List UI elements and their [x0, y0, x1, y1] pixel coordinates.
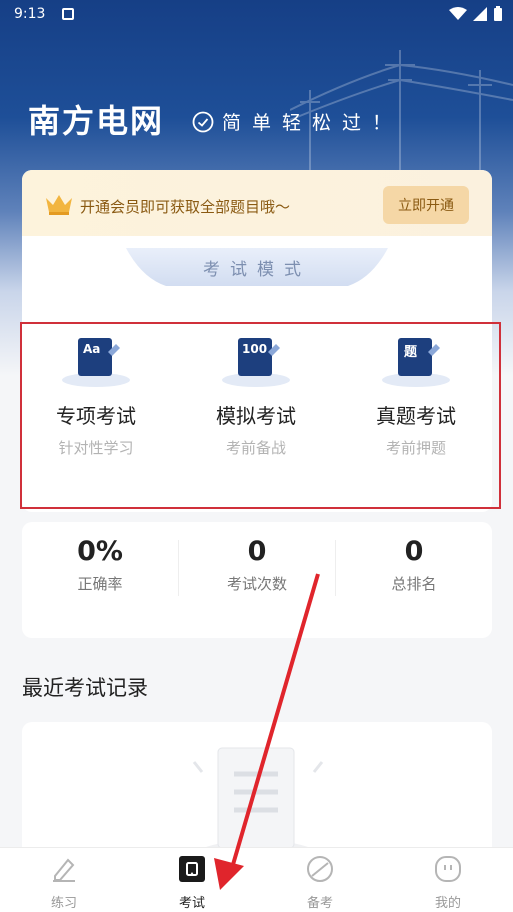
mode-mock-exam[interactable]: 100 模拟考试 考前备战 [176, 330, 336, 458]
recent-exams-title: 最近考试记录 [22, 676, 148, 700]
crown-icon [46, 195, 72, 215]
status-time: 9:13 [14, 6, 46, 22]
mode-sub: 针对性学习 [58, 439, 134, 457]
stat-value: 0 [247, 536, 267, 567]
bottom-tab-bar: 练习 考试 备考 我的 [0, 847, 513, 912]
score-book-icon-label: 100 [242, 342, 268, 356]
exam-icon [179, 856, 205, 882]
tab-label: 备考 [306, 896, 333, 911]
stat-label: 考试次数 [226, 575, 287, 593]
profile-icon [435, 856, 461, 882]
question-book-icon-label: 题 [404, 345, 418, 360]
slogan: 简单轻松过！ [192, 108, 402, 135]
tab-prepare[interactable]: 备考 [256, 854, 384, 911]
mode-sub: 考前押题 [385, 439, 446, 457]
status-icons [449, 6, 503, 22]
tab-practice[interactable]: 练习 [0, 854, 128, 911]
check-circle-icon [192, 111, 214, 132]
exam-mode-title: 考试模式 [203, 259, 311, 280]
question-book-icon: 题 [376, 330, 456, 390]
exam-mode-heading: 考试模式 [126, 248, 388, 286]
app-brand: 南方电网 [28, 102, 165, 140]
wifi-icon [449, 7, 467, 20]
stat-value: 0% [77, 536, 123, 567]
empty-document-icon [187, 747, 327, 862]
battery-icon [494, 6, 502, 21]
tab-label: 考试 [178, 896, 205, 911]
mode-name: 真题考试 [376, 404, 456, 428]
pencil-icon [53, 858, 75, 882]
stat-label: 总排名 [391, 575, 437, 593]
stat-value: 0 [404, 536, 424, 567]
mode-real-exam[interactable]: 题 真题考试 考前押题 [336, 330, 496, 458]
aa-book-icon-label: Aa [83, 342, 101, 356]
notification-icon [62, 8, 74, 20]
mode-name: 模拟考试 [216, 404, 296, 428]
mode-special-exam[interactable]: Aa 专项考试 针对性学习 [16, 330, 176, 458]
mode-name: 专项考试 [56, 404, 136, 428]
tab-label: 我的 [434, 896, 461, 911]
signal-icon [473, 7, 487, 21]
stat-label: 正确率 [77, 575, 123, 593]
compass-icon [307, 856, 333, 882]
vip-banner-text: 开通会员即可获取全部题目哦～ [80, 198, 291, 216]
empty-state [22, 722, 492, 862]
stat-exam-count: 0 考试次数 [179, 536, 335, 594]
aa-book-icon: Aa [56, 330, 136, 390]
mode-sub: 考前备战 [225, 439, 286, 457]
slogan-text: 简单轻松过！ [222, 112, 403, 134]
tab-exam[interactable]: 考试 [128, 854, 256, 911]
status-bar: 9:13 [0, 0, 513, 30]
tab-label: 练习 [50, 896, 77, 911]
stats-panel: 0% 正确率 0 考试次数 0 总排名 [22, 522, 492, 638]
stat-accuracy: 0% 正确率 [22, 536, 178, 594]
vip-banner[interactable]: 开通会员即可获取全部题目哦～ 立即开通 [22, 170, 492, 236]
tab-mine[interactable]: 我的 [384, 854, 512, 911]
score-book-icon: 100 [216, 330, 296, 390]
stat-rank: 0 总排名 [336, 536, 492, 594]
activate-vip-button[interactable]: 立即开通 [383, 186, 469, 224]
